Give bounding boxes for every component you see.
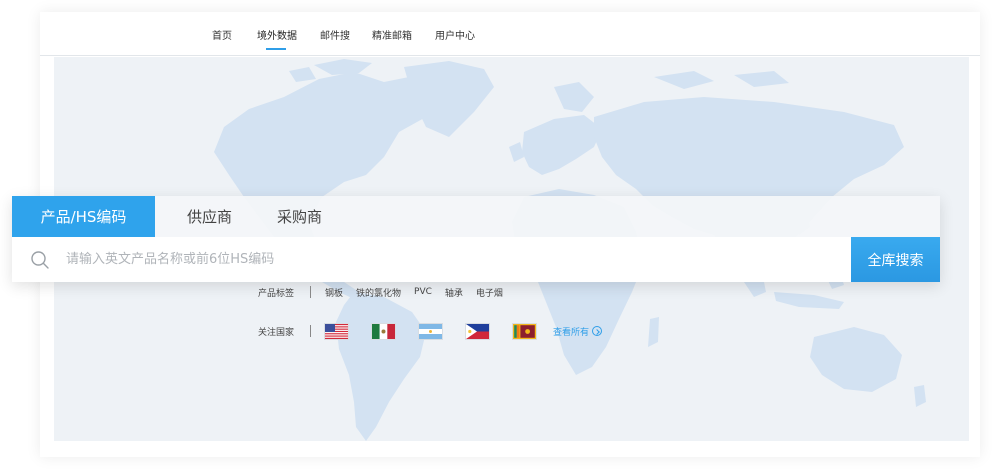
nav-item-user-center[interactable]: 用户中心 <box>435 31 475 43</box>
top-navigation: 首页 境外数据 邮件搜 精准邮箱 用户中心 <box>40 12 980 56</box>
divider <box>310 325 311 337</box>
tab-buyer[interactable]: 采购商 <box>277 196 322 237</box>
nav-item-home[interactable]: 首页 <box>212 31 232 43</box>
product-tag[interactable]: 电子烟 <box>476 286 503 299</box>
search-panel: 产品/HS编码 供应商 采购商 全库搜索 <box>12 196 940 282</box>
tab-product-hs-code[interactable]: 产品/HS编码 <box>12 196 155 237</box>
product-tag[interactable]: PVC <box>414 287 432 297</box>
product-tag[interactable]: 轴承 <box>445 286 463 299</box>
countries-label: 关注国家 <box>258 327 295 338</box>
search-icon <box>31 251 49 269</box>
product-tag[interactable]: 铁的氯化物 <box>356 286 401 299</box>
view-all-label: 查看所有 <box>553 327 590 338</box>
product-tags-row: 产品标签 钢板 铁的氯化物 PVC 轴承 电子烟 <box>258 284 516 300</box>
us-flag-icon[interactable] <box>325 323 348 339</box>
chevron-right-circle-icon <box>592 326 603 336</box>
sri-lanka-flag-icon[interactable] <box>513 323 536 339</box>
mexico-flag-icon[interactable] <box>372 323 395 339</box>
tab-supplier[interactable]: 供应商 <box>187 196 232 237</box>
search-box <box>12 237 851 282</box>
nav-active-indicator <box>266 48 286 50</box>
product-tag[interactable]: 钢板 <box>325 286 343 299</box>
product-tags-label: 产品标签 <box>258 288 295 299</box>
view-all-countries-link[interactable]: 查看所有 <box>553 325 603 338</box>
argentina-flag-icon[interactable] <box>419 323 442 339</box>
search-input[interactable] <box>66 237 836 282</box>
divider <box>310 286 311 298</box>
nav-item-email-search[interactable]: 邮件搜 <box>320 31 350 43</box>
nav-item-precise-mailbox[interactable]: 精准邮箱 <box>372 31 412 43</box>
philippines-flag-icon[interactable] <box>466 323 489 339</box>
countries-row: 关注国家 查看所有 <box>258 323 603 339</box>
search-all-button[interactable]: 全库搜索 <box>851 237 940 282</box>
nav-item-overseas-data[interactable]: 境外数据 <box>257 31 297 43</box>
